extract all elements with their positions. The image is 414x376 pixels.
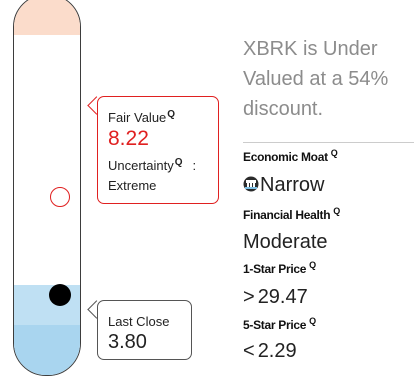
last-close-label: Last Close [108, 314, 170, 329]
financial-health-info-icon[interactable]: Q [333, 206, 340, 216]
economic-moat-label-row: Economic Moat Q [243, 148, 338, 165]
fair-value-callout: Fair ValueQ 8.22 UncertaintyQ: Extreme [97, 96, 219, 204]
one-star-price-value-row: >29.47 [243, 286, 308, 309]
financial-health-label-row: Financial Health Q [243, 206, 340, 223]
one-star-price-comparator: > [243, 286, 255, 308]
economic-moat-value: Narrow [260, 174, 325, 196]
last-close-marker [49, 284, 71, 306]
economic-moat-value-row: Narrow [243, 174, 324, 197]
five-star-price-value: 2.29 [257, 340, 297, 362]
five-star-price-value-row: <2.29 [243, 340, 297, 363]
last-close-callout: Last Close 3.80 [97, 300, 192, 360]
uncertainty-label: Uncertainty [108, 158, 174, 173]
fair-value-marker [50, 187, 70, 207]
fair-value-info-icon[interactable]: Q [167, 109, 175, 120]
moat-icon [243, 176, 259, 192]
uncertainty-value: Extreme [108, 178, 157, 193]
financial-health-value: Moderate [243, 231, 328, 253]
one-star-price-value: 29.47 [257, 286, 308, 308]
five-star-price-info-icon[interactable]: Q [309, 316, 316, 326]
five-star-price-comparator: < [243, 340, 255, 362]
one-star-price-label-row: 1-Star Price Q [243, 260, 316, 277]
uncertainty-colon: : [192, 158, 197, 173]
uncertainty-info-icon[interactable]: Q [175, 157, 183, 168]
one-star-price-label: 1-Star Price [243, 262, 307, 276]
economic-moat-info-icon[interactable]: Q [331, 148, 338, 158]
economic-moat-label: Economic Moat [243, 150, 328, 164]
valuation-headline: XBRK is Under Valued at a 54% discount. [243, 38, 389, 120]
fair-value-value: 8.22 [108, 127, 149, 150]
valuation-gauge [13, 0, 81, 376]
divider [243, 142, 414, 143]
last-close-value: 3.80 [108, 331, 147, 353]
fair-value-label-row: Fair ValueQ [108, 109, 175, 125]
one-star-price-info-icon[interactable]: Q [309, 260, 316, 270]
five-star-price-label-row: 5-Star Price Q [243, 316, 316, 333]
overvalued-zone [14, 0, 80, 35]
five-star-price-label: 5-Star Price [243, 318, 307, 332]
financial-health-label: Financial Health [243, 208, 331, 222]
uncertainty-label-row: UncertaintyQ: [108, 157, 197, 173]
fair-value-label: Fair Value [108, 110, 167, 125]
